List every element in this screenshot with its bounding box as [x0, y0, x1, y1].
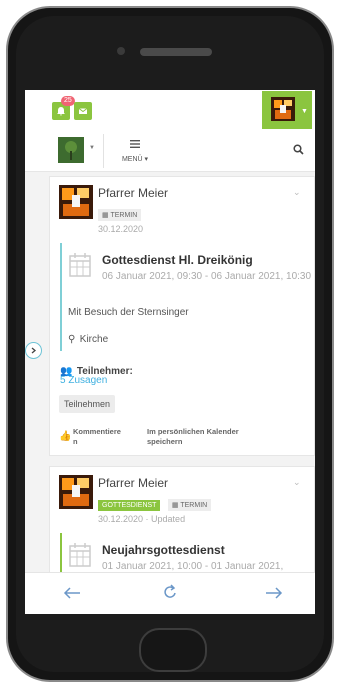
calendar-icon — [69, 253, 91, 277]
participants-link[interactable]: 5 Zusagen — [60, 375, 107, 386]
author-name[interactable]: Pfarrer Meier — [98, 476, 168, 490]
post-card: Pfarrer Meier ⌄ GOTTESDIENST ▦ TERMIN 30… — [49, 466, 315, 572]
author-name[interactable]: Pfarrer Meier — [98, 186, 168, 200]
event-title[interactable]: Neujahrsgottesdienst — [102, 543, 225, 557]
tag-termin[interactable]: ▦ TERMIN — [167, 499, 212, 511]
menu-label: MENÜ — [121, 156, 143, 163]
chevron-right-icon — [31, 347, 37, 354]
post-date: 30.12.2020 — [98, 224, 144, 234]
chevron-down-icon[interactable]: ⌄ — [293, 477, 301, 488]
user-menu-button[interactable]: ▼ — [262, 91, 312, 129]
author-avatar[interactable] — [59, 185, 93, 219]
tag-label: TERMIN — [110, 212, 138, 219]
search-icon[interactable] — [293, 144, 304, 155]
location-label: Kirche — [79, 334, 109, 345]
earpiece-speaker — [140, 48, 212, 56]
refresh-icon[interactable] — [162, 584, 178, 601]
post-card: Pfarrer Meier ⌄ ▦ TERMIN 30.12.2020 Gott… — [49, 176, 315, 456]
bell-icon — [57, 107, 65, 116]
calendar-icon — [69, 543, 91, 567]
browser-toolbar — [25, 572, 315, 614]
join-button[interactable]: Teilnehmen — [59, 395, 116, 413]
post-date: 30.12.2020 · Updated — [98, 514, 186, 524]
save-to-calendar-link[interactable]: Im persönlichen Kalender speichern — [147, 427, 267, 447]
sidebar-toggle-button[interactable] — [25, 342, 42, 359]
post-tags: GOTTESDIENST ▦ TERMIN — [98, 494, 214, 512]
messages-button[interactable] — [74, 102, 92, 120]
event-accent-bar — [60, 243, 62, 351]
event-title[interactable]: Gottesdienst Hl. Dreikönig — [102, 253, 253, 267]
menu-button[interactable]: MENÜ ▾ — [117, 136, 153, 163]
chevron-down-icon[interactable]: ⌄ — [293, 187, 301, 198]
nav-divider — [103, 134, 104, 168]
top-bar: 25 ▼ — [25, 90, 315, 130]
arrow-right-icon[interactable] — [265, 586, 283, 600]
space-dropdown-caret[interactable]: ▼ — [89, 145, 95, 151]
chevron-down-icon: ▼ — [301, 108, 308, 115]
map-marker-icon: ⚲ — [68, 334, 76, 345]
screen: 25 ▼ ▼ MENÜ ▾ Pfarrer Meier ⌄ ▦ TERMIN 3… — [25, 90, 315, 614]
space-logo[interactable] — [58, 137, 84, 163]
notification-count-badge: 25 — [61, 96, 75, 106]
envelope-icon — [78, 108, 88, 114]
tag-gottesdienst[interactable]: GOTTESDIENST — [98, 500, 161, 511]
tag-termin[interactable]: ▦ TERMIN — [98, 209, 142, 221]
arrow-left-icon[interactable] — [63, 586, 81, 600]
event-time: 01 Januar 2021, 10:00 - 01 Januar 2021, — [102, 561, 284, 572]
user-avatar — [271, 97, 295, 121]
tag-label: TERMIN — [180, 502, 208, 509]
post-tags: ▦ TERMIN — [98, 204, 144, 222]
tree-icon — [58, 137, 84, 163]
activity-stream: Pfarrer Meier ⌄ ▦ TERMIN 30.12.2020 Gott… — [25, 172, 315, 572]
calendar-icon: ▦ — [171, 502, 179, 509]
front-camera — [117, 47, 125, 55]
thumbs-up-icon[interactable]: 👍 — [59, 431, 71, 442]
event-accent-bar — [60, 533, 62, 572]
calendar-icon: ▦ — [102, 212, 109, 219]
author-avatar[interactable] — [59, 475, 93, 509]
nav-bar: ▼ MENÜ ▾ — [25, 130, 315, 172]
chevron-down-icon: ▾ — [144, 156, 149, 163]
comment-link[interactable]: Kommentiere n — [73, 427, 121, 447]
home-button[interactable] — [139, 628, 207, 672]
event-time: 06 Januar 2021, 09:30 - 06 Januar 2021, … — [102, 271, 312, 282]
event-location: ⚲ Kirche — [68, 329, 108, 347]
hamburger-icon — [130, 140, 140, 148]
event-description: Mit Besuch der Sternsinger — [68, 307, 189, 318]
